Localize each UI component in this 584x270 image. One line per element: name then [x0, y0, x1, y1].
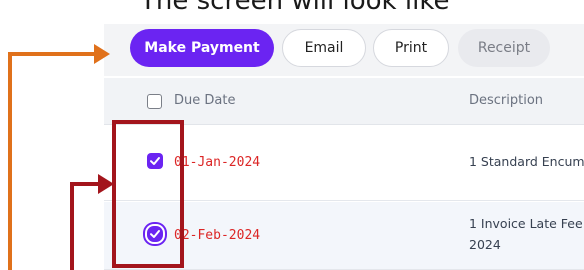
- email-button[interactable]: Email: [282, 29, 366, 67]
- make-payment-button[interactable]: Make Payment: [130, 29, 274, 67]
- red-pointer-line: [70, 182, 74, 270]
- due-date-cell: 02-Feb-2024: [174, 228, 261, 243]
- orange-pointer-line: [8, 52, 12, 270]
- receipt-button[interactable]: Receipt: [458, 29, 550, 67]
- orange-pointer-line-horizontal: [8, 52, 96, 56]
- description-cell-line1: 1 Invoice Late Fee: [469, 216, 583, 231]
- red-pointer-line-horizontal: [70, 182, 100, 186]
- print-button[interactable]: Print: [373, 29, 449, 67]
- due-date-cell: 01-Jan-2024: [174, 155, 261, 170]
- checkbox-highlight-box: [112, 120, 184, 268]
- description-cell: 1 Standard Encumb: [469, 154, 584, 169]
- orange-arrowhead-icon: [94, 44, 110, 64]
- column-header-due-date: Due Date: [174, 93, 236, 108]
- caption-text: The screen will look like this:: [140, 0, 460, 14]
- select-all-checkbox[interactable]: [147, 94, 162, 109]
- column-header-description: Description: [469, 93, 544, 108]
- description-cell-line2: 2024: [469, 237, 501, 252]
- red-arrowhead-icon: [98, 174, 114, 194]
- table-header: Due Date Description: [104, 78, 584, 125]
